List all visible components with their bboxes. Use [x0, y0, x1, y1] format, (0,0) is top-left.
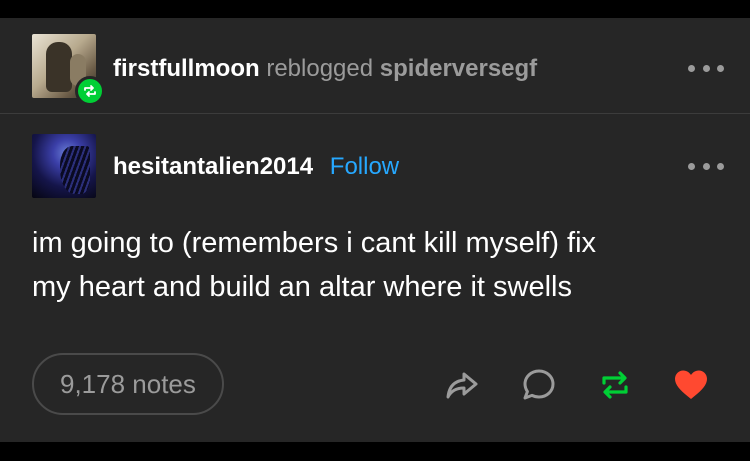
reblog-line: firstfullmoon reblogged spiderversegf [113, 54, 537, 84]
original-poster-username[interactable]: spiderversegf [380, 55, 537, 82]
reblog-badge-icon [75, 76, 105, 106]
post-card: firstfullmoon reblogged spiderversegf he… [0, 18, 750, 442]
avatar-figure [60, 146, 90, 194]
more-dot-icon [688, 162, 695, 170]
share-icon[interactable] [443, 366, 481, 404]
post-more-options-button[interactable] [688, 156, 724, 176]
follow-button[interactable]: Follow [330, 153, 399, 180]
reblog-icon[interactable] [596, 366, 634, 404]
author-line: hesitantalien2014 Follow [113, 152, 399, 182]
heart-icon[interactable] [672, 366, 710, 404]
more-dot-icon [717, 162, 724, 170]
reblogger-username[interactable]: firstfullmoon [113, 55, 260, 82]
header-divider [0, 113, 750, 114]
more-dot-icon [688, 64, 695, 72]
reblog-action-text: reblogged [266, 55, 374, 82]
post-text-line: im going to (remembers i cant kill mysel… [32, 227, 597, 259]
reblog-header: firstfullmoon reblogged spiderversegf [0, 18, 750, 113]
more-dot-icon [702, 162, 710, 170]
comment-icon[interactable] [520, 366, 558, 404]
notes-count-button[interactable]: 9,178 notes [32, 353, 224, 415]
more-dot-icon [702, 64, 710, 72]
post-body-text: im going to (remembers i cant kill mysel… [32, 221, 722, 309]
more-options-button[interactable] [688, 58, 724, 78]
avatar-figure [46, 42, 72, 92]
post-text-line: my heart and build an altar where it swe… [32, 271, 572, 303]
more-dot-icon [717, 64, 724, 72]
author-username[interactable]: hesitantalien2014 [113, 153, 313, 180]
author-avatar[interactable] [32, 134, 96, 198]
reblog-arrows-icon [84, 85, 96, 97]
